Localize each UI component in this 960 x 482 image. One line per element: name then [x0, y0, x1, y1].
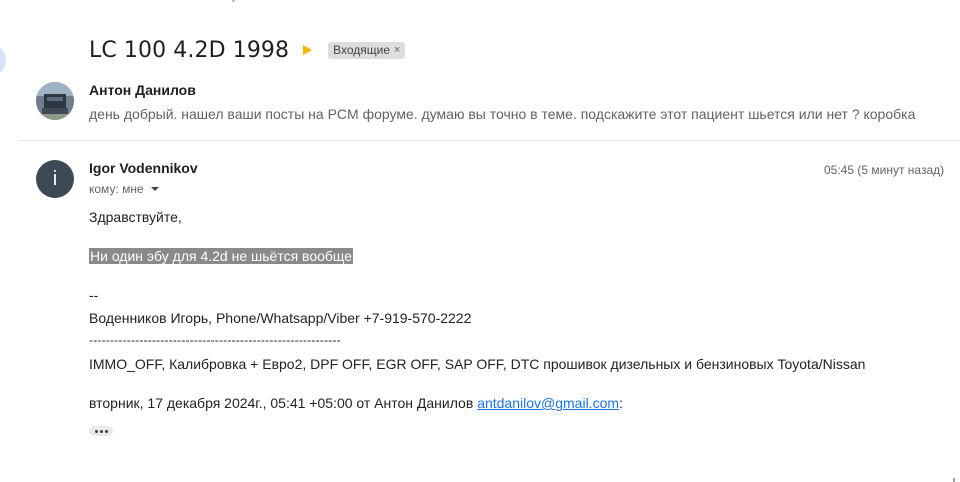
remove-label-icon[interactable]: ×	[394, 44, 400, 56]
recipient-text: кому: мне	[89, 182, 144, 196]
avatar[interactable]	[36, 82, 74, 120]
chevron-down-icon	[150, 187, 159, 191]
quote-intro: вторник, 17 декабря 2024г., 05:41 +05:00…	[89, 395, 474, 411]
body-greeting: Здравствуйте,	[89, 209, 182, 225]
dot	[104, 429, 108, 433]
quote-colon: :	[619, 395, 623, 411]
signature-dashes: --	[89, 287, 99, 303]
quote-header: вторник, 17 декабря 2024г., 05:41 +05:00…	[89, 395, 623, 411]
body-highlighted-line: Ни один эбу для 4.2d не шьётся вообще	[89, 248, 354, 264]
nav-rail-edge[interactable]	[0, 44, 6, 76]
recipient-details-toggle[interactable]: кому: мне	[89, 182, 159, 196]
avatar-photo-image	[36, 82, 74, 120]
importance-marker-icon[interactable]	[303, 45, 313, 55]
signature-contact: Воденников Игорь, Phone/Whatsapp/Viber +…	[89, 310, 472, 326]
email-subject: LC 100 4.2D 1998	[89, 37, 290, 63]
message-timestamp: 05:45 (5 минут назад)	[824, 163, 945, 177]
sender-name[interactable]: Igor Vodennikov	[89, 160, 198, 176]
more-dots-icon[interactable]	[89, 426, 113, 436]
selected-text: Ни один эбу для 4.2d не шьётся вообще	[89, 248, 354, 264]
subject-row: LC 100 4.2D 1998 Входящие ×	[89, 34, 406, 66]
dot	[94, 429, 98, 433]
collapsed-sender-name[interactable]: Антон Данилов	[89, 82, 196, 98]
quote-email-link[interactable]: antdanilov@gmail.com	[477, 395, 619, 411]
label-chip-inbox[interactable]: Входящие ×	[328, 41, 406, 59]
signature-separator: ----------------------------------------…	[89, 333, 341, 347]
avatar[interactable]: i	[36, 160, 74, 198]
top-edge-mark	[232, 0, 235, 2]
signature-services: IMMO_OFF, Калибровка + Евро2, DPF OFF, E…	[89, 356, 866, 372]
label-chip-text: Входящие	[333, 42, 391, 57]
dot	[99, 429, 103, 433]
corner-mark	[953, 478, 955, 482]
collapsed-snippet[interactable]: день добрый. нашел ваши посты на PCM фор…	[89, 106, 915, 122]
message-divider	[18, 140, 960, 141]
